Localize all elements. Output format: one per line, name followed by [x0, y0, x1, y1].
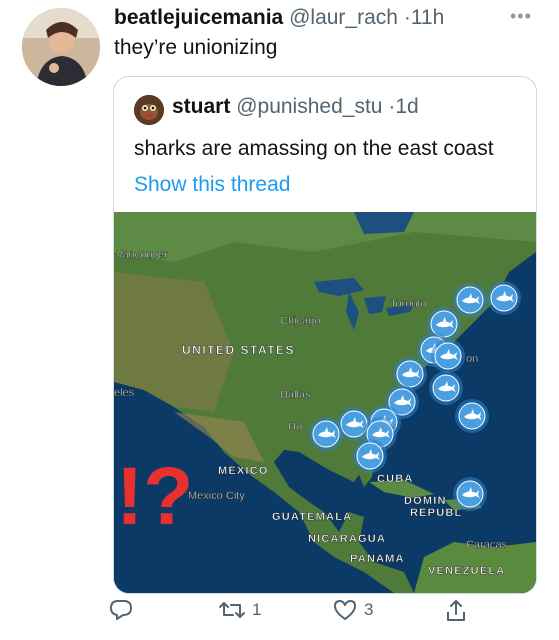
tweet-action-bar: 1 3	[0, 598, 559, 634]
map-label-dominican-2: REPUBL	[410, 507, 462, 519]
quoted-tweet-text: sharks are amassing on the east coast	[134, 137, 494, 160]
quoted-author-avatar	[134, 95, 164, 125]
shark-marker[interactable]	[454, 398, 490, 434]
map-label-cuba: CUBA	[377, 473, 414, 485]
red-interrobang-overlay: !?	[116, 451, 193, 542]
quoted-tweet-card[interactable]: stuart @punished_stu ·1d sharks are amas…	[113, 76, 537, 594]
tweet-time[interactable]: 11h	[411, 6, 444, 29]
reply-icon	[108, 598, 134, 622]
map-label-guatemala: GUATEMALA	[272, 511, 352, 523]
shark-marker[interactable]	[486, 280, 522, 316]
map-label-dominican-1: DOMIN	[404, 495, 447, 507]
tweet-header: beatlejuicemania @laur_rach ·11h	[114, 6, 444, 30]
map-label-vancouver: Vancouver	[116, 249, 168, 261]
like-count: 3	[364, 600, 374, 619]
map-label-venezuela: VENEZUELA	[428, 565, 505, 577]
author-handle[interactable]: @laur_rach	[289, 6, 398, 29]
shark-map-image[interactable]: Vancouver Toronto Chicago UNITED STATES …	[114, 212, 536, 593]
share-icon	[444, 598, 468, 624]
map-label-mexico-city: Mexico City	[188, 490, 245, 502]
map-label-panama: PANAMA	[350, 553, 405, 565]
map-label-nicaragua: NICARAGUA	[308, 533, 386, 545]
separator-dot: ·	[403, 6, 411, 29]
author-name[interactable]: beatlejuicemania	[114, 6, 283, 29]
map-label-houston-fragment: Ho	[288, 421, 302, 433]
quoted-tweet-time: 1d	[395, 95, 419, 118]
shark-marker[interactable]	[452, 282, 488, 318]
shark-marker[interactable]	[430, 338, 466, 374]
heart-icon	[332, 598, 358, 622]
shark-marker[interactable]	[308, 416, 344, 452]
retweet-button[interactable]: 1	[218, 598, 261, 622]
more-dots-icon[interactable]: •••	[510, 6, 532, 27]
author-avatar[interactable]	[22, 8, 100, 86]
map-label-chicago: Chicago	[280, 315, 320, 327]
map-label-angeles-fragment: eles	[114, 387, 135, 399]
quoted-author-name: stuart	[172, 95, 231, 118]
shark-marker[interactable]	[452, 476, 488, 512]
reply-button[interactable]	[108, 598, 134, 622]
map-label-united-states: UNITED STATES	[182, 343, 295, 357]
like-button[interactable]: 3	[332, 598, 373, 622]
show-thread-link[interactable]: Show this thread	[134, 173, 290, 197]
map-label-boston-fragment: on	[466, 353, 478, 365]
share-button[interactable]	[444, 598, 468, 624]
retweet-icon	[218, 598, 246, 622]
retweet-count: 1	[252, 600, 262, 619]
tweet-text: they’re unionizing	[114, 36, 278, 59]
map-label-toronto: Toronto	[390, 298, 427, 310]
shark-marker[interactable]	[352, 438, 388, 474]
quoted-tweet-header: stuart @punished_stu ·1d	[172, 95, 419, 119]
map-label-mexico: MEXICO	[218, 465, 269, 477]
map-label-dallas: Dallas	[280, 389, 311, 401]
map-label-caracas: Caracas	[466, 539, 507, 551]
quoted-author-handle: @punished_stu	[236, 95, 383, 118]
shark-marker[interactable]	[428, 370, 464, 406]
